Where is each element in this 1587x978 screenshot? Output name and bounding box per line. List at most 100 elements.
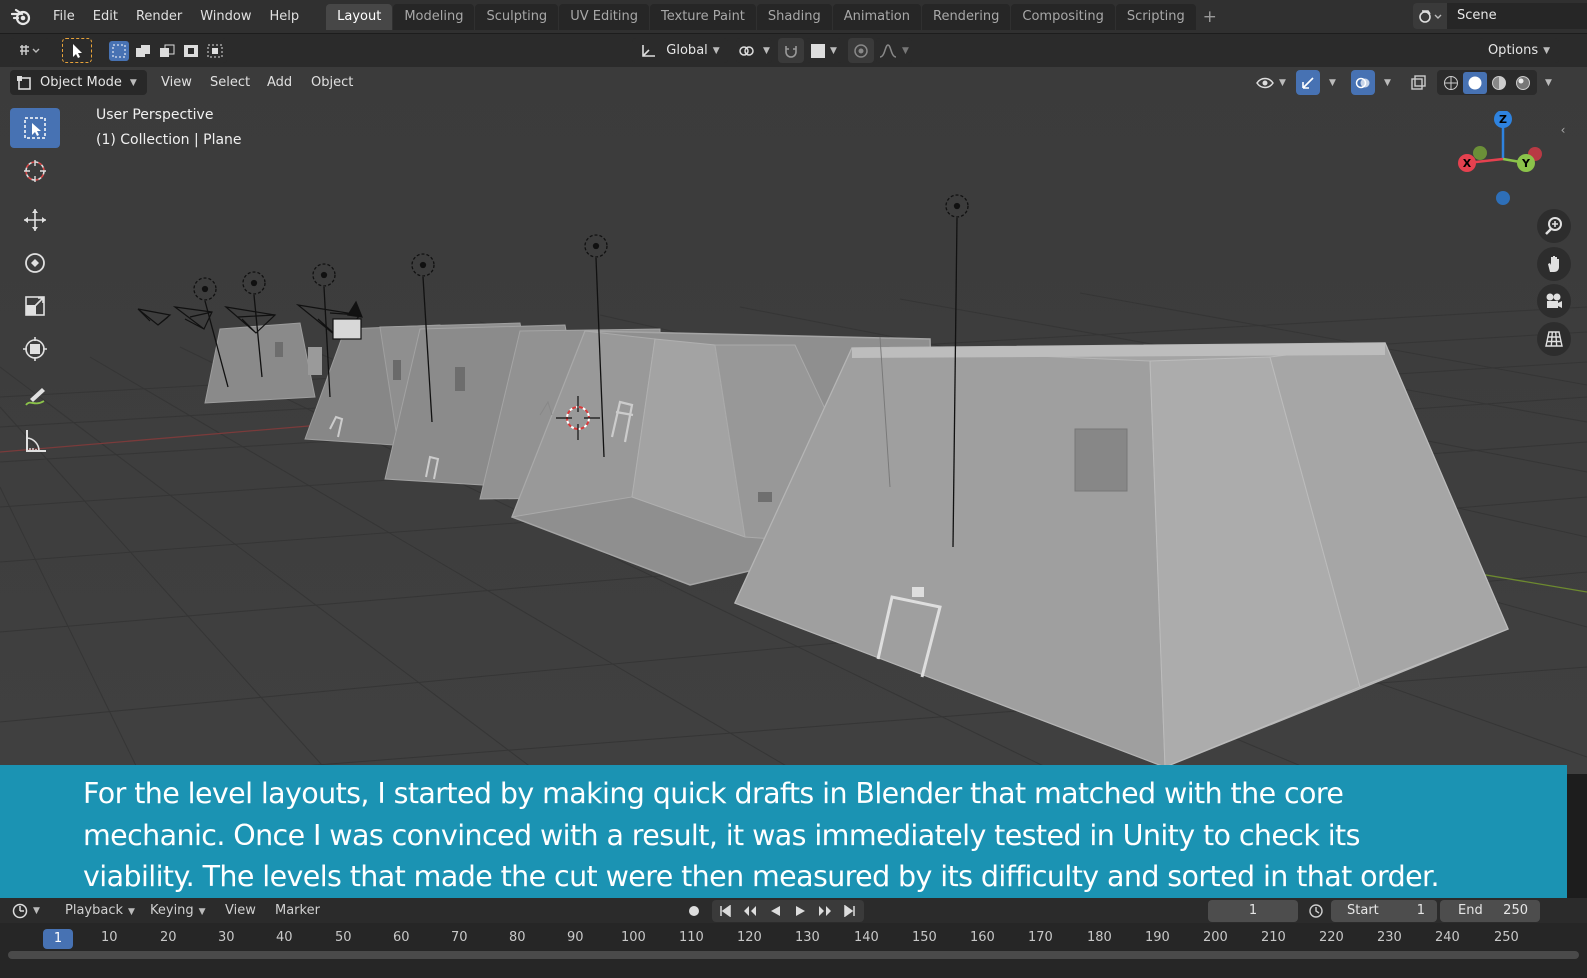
timeline-menu-playback[interactable]: Playback ▼	[65, 900, 135, 922]
pan-hand-icon[interactable]	[1537, 247, 1571, 281]
gizmo-z-label: Z	[1499, 113, 1507, 126]
cursor-tool-icon[interactable]	[10, 151, 60, 191]
rotate-tool-icon[interactable]	[10, 243, 60, 283]
tab-modeling[interactable]: Modeling	[393, 3, 475, 30]
rendered-shading-icon[interactable]	[1511, 75, 1535, 91]
blender-logo-icon[interactable]	[8, 4, 34, 30]
sidebar-toggle-icon[interactable]: ‹	[1557, 117, 1569, 142]
gizmo-neg-z[interactable]	[1496, 191, 1510, 205]
ruler-label: 220	[1319, 930, 1344, 945]
3d-viewport[interactable]: Object Mode ▼ View Select Add Object ▼ ▼…	[0, 67, 1587, 774]
annotate-tool-icon[interactable]	[10, 378, 60, 418]
menu-window[interactable]: Window	[191, 4, 260, 30]
overlays-dropdown[interactable]: ▼	[1376, 70, 1394, 95]
select-intersect-icon[interactable]	[205, 41, 225, 61]
visibility-select[interactable]: ▼	[1253, 70, 1289, 95]
tab-layout[interactable]: Layout	[326, 3, 393, 30]
play-icon[interactable]	[787, 905, 812, 917]
add-workspace-button[interactable]: +	[1197, 4, 1223, 30]
menu-file[interactable]: File	[44, 4, 84, 30]
select-tool-icon[interactable]	[62, 38, 92, 63]
timeline-scrollbar[interactable]	[8, 951, 1579, 959]
start-value: 1	[1416, 903, 1425, 918]
timeline-editor-type-icon[interactable]: ▼	[12, 900, 48, 922]
tab-texture-paint[interactable]: Texture Paint	[650, 3, 756, 30]
tab-rendering[interactable]: Rendering	[922, 3, 1011, 30]
pivot-point-select[interactable]: ▼	[736, 38, 772, 63]
timeline-ruler[interactable]: 1 10 20 30 40 50 60 70 80 90 100 110 120…	[0, 923, 1587, 978]
select-new-icon[interactable]	[109, 40, 129, 61]
current-frame-field[interactable]: 1	[1208, 900, 1298, 922]
record-icon[interactable]	[684, 900, 704, 922]
preview-range-clock-icon[interactable]	[1305, 900, 1327, 922]
gizmo-toggle-icon[interactable]	[1296, 70, 1320, 95]
tab-scripting[interactable]: Scripting	[1115, 3, 1196, 30]
next-keyframe-icon[interactable]	[812, 905, 837, 917]
scale-tool-icon[interactable]	[10, 286, 60, 326]
navigation-gizmo[interactable]: Z X Y	[1455, 110, 1551, 207]
scene-name-field[interactable]: Scene	[1447, 3, 1587, 29]
object-mode-icon	[17, 75, 31, 90]
scene-icon[interactable]	[1413, 3, 1447, 29]
eye-icon	[1256, 77, 1274, 88]
viewport-menu-select[interactable]: Select	[202, 70, 258, 95]
end-frame-field[interactable]: End 250	[1440, 900, 1540, 922]
shading-dropdown[interactable]: ▼	[1538, 70, 1554, 95]
transform-orientation-select[interactable]: Global ▼	[632, 38, 728, 63]
material-shading-icon[interactable]	[1487, 75, 1511, 91]
select-invert-icon[interactable]	[181, 41, 201, 61]
timeline-menu-view[interactable]: View	[225, 900, 256, 922]
gizmo-neg-y[interactable]	[1473, 146, 1487, 160]
ruler-label: 80	[509, 930, 526, 945]
timeline-menu-marker[interactable]: Marker	[275, 900, 320, 922]
menu-render[interactable]: Render	[127, 4, 191, 30]
snap-toggle-icon[interactable]	[778, 38, 804, 63]
editor-type-icon[interactable]	[10, 38, 50, 63]
solid-shading-icon[interactable]	[1463, 71, 1487, 94]
overlays-toggle-icon[interactable]	[1351, 70, 1375, 95]
select-extend-icon[interactable]	[133, 41, 153, 61]
falloff-select[interactable]: ▼	[876, 38, 912, 63]
object-mode-select[interactable]: Object Mode ▼	[10, 70, 147, 95]
snap-target-select[interactable]: ▼	[806, 38, 842, 63]
transform-tool-icon[interactable]	[10, 329, 60, 369]
current-frame-indicator[interactable]: 1	[43, 929, 73, 949]
jump-start-icon[interactable]	[712, 905, 737, 917]
viewport-menu-view[interactable]: View	[153, 70, 200, 95]
tab-animation[interactable]: Animation	[832, 3, 921, 30]
play-reverse-icon[interactable]	[762, 905, 787, 917]
wireframe-shading-icon[interactable]	[1439, 75, 1463, 91]
proportional-edit-icon[interactable]	[848, 38, 874, 63]
perspective-toggle-icon[interactable]	[1537, 322, 1571, 356]
measure-tool-icon[interactable]	[10, 421, 60, 461]
ruler-label: 250	[1494, 930, 1519, 945]
viewport-menu-object[interactable]: Object	[303, 70, 361, 95]
viewport-menu-add[interactable]: Add	[259, 70, 300, 95]
chevron-down-icon: ▼	[198, 907, 206, 917]
start-frame-field[interactable]: Start 1	[1331, 900, 1437, 922]
move-tool-icon[interactable]	[10, 200, 60, 240]
zoom-icon[interactable]	[1537, 209, 1571, 243]
prev-keyframe-icon[interactable]	[737, 905, 762, 917]
ruler-label: 40	[276, 930, 293, 945]
tab-uv-editing[interactable]: UV Editing	[559, 3, 650, 30]
tab-compositing[interactable]: Compositing	[1011, 3, 1115, 30]
tab-shading[interactable]: Shading	[756, 3, 832, 30]
gizmo-dropdown[interactable]: ▼	[1321, 70, 1339, 95]
menu-edit[interactable]: Edit	[84, 4, 127, 30]
chevron-down-icon: ▼	[1543, 45, 1551, 56]
toolbar	[10, 108, 62, 464]
ruler-label: 100	[621, 930, 646, 945]
options-button[interactable]: Options ▼	[1479, 38, 1559, 63]
menu-help[interactable]: Help	[261, 4, 309, 30]
select-subtract-icon[interactable]	[157, 41, 177, 61]
select-box-tool-icon[interactable]	[10, 108, 60, 148]
tab-sculpting[interactable]: Sculpting	[475, 3, 559, 30]
timeline-menu-keying[interactable]: Keying ▼	[150, 900, 206, 922]
camera-view-icon[interactable]	[1537, 284, 1571, 318]
orientation-label: Global	[666, 43, 708, 58]
jump-end-icon[interactable]	[837, 905, 862, 917]
ruler-label: 130	[795, 930, 820, 945]
xray-toggle-icon[interactable]	[1406, 70, 1430, 95]
top-bar: File Edit Render Window Help Layout Mode…	[0, 0, 1587, 33]
